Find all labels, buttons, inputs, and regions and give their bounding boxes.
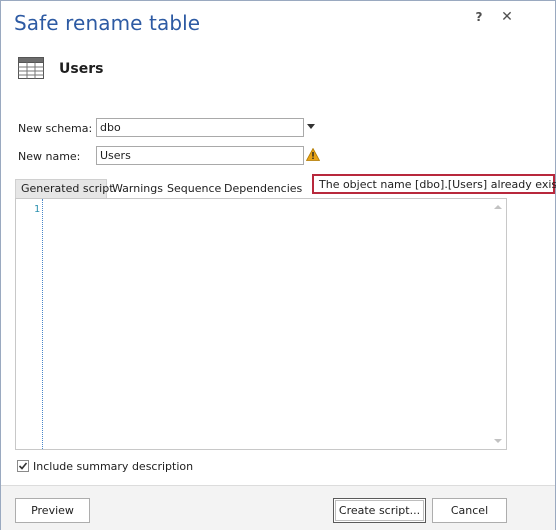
line-number: 1 [33,204,40,215]
tab-warnings[interactable]: Warnings [112,179,163,198]
line-number-gutter: 1 [16,199,43,449]
chevron-down-icon[interactable] [307,124,315,129]
tab-generated-script[interactable]: Generated script [15,179,114,198]
warning-icon [306,148,320,161]
dialog-title: Safe rename table [14,11,201,35]
help-button[interactable]: ? [471,9,487,25]
name-label: New name: [18,150,81,163]
create-script-label: Create script... [335,500,424,521]
scroll-down-icon[interactable] [494,439,502,443]
safe-rename-dialog: Safe rename table ? ✕ Users New schema: … [0,0,556,530]
checkmark-icon [18,462,28,470]
tab-sequence[interactable]: Sequence [167,179,221,198]
create-script-button[interactable]: Create script... [333,498,426,523]
scroll-up-icon[interactable] [494,205,502,209]
script-editor[interactable]: 1 [15,198,507,450]
name-exists-tooltip: The object name [dbo].[Users] already ex… [312,174,556,194]
preview-button[interactable]: Preview [15,498,90,523]
vertical-scrollbar[interactable] [490,199,506,449]
include-summary-checkbox[interactable] [17,460,29,472]
name-input[interactable] [96,146,304,165]
include-summary-label[interactable]: Include summary description [33,460,193,473]
schema-input[interactable] [96,118,304,137]
dialog-footer: Preview Create script... Cancel [1,485,555,530]
schema-label: New schema: [18,122,93,135]
object-name: Users [59,61,104,77]
cancel-button[interactable]: Cancel [432,498,507,523]
close-button[interactable]: ✕ [499,9,515,25]
tab-dependencies[interactable]: Dependencies [224,179,302,198]
table-icon [18,57,44,79]
